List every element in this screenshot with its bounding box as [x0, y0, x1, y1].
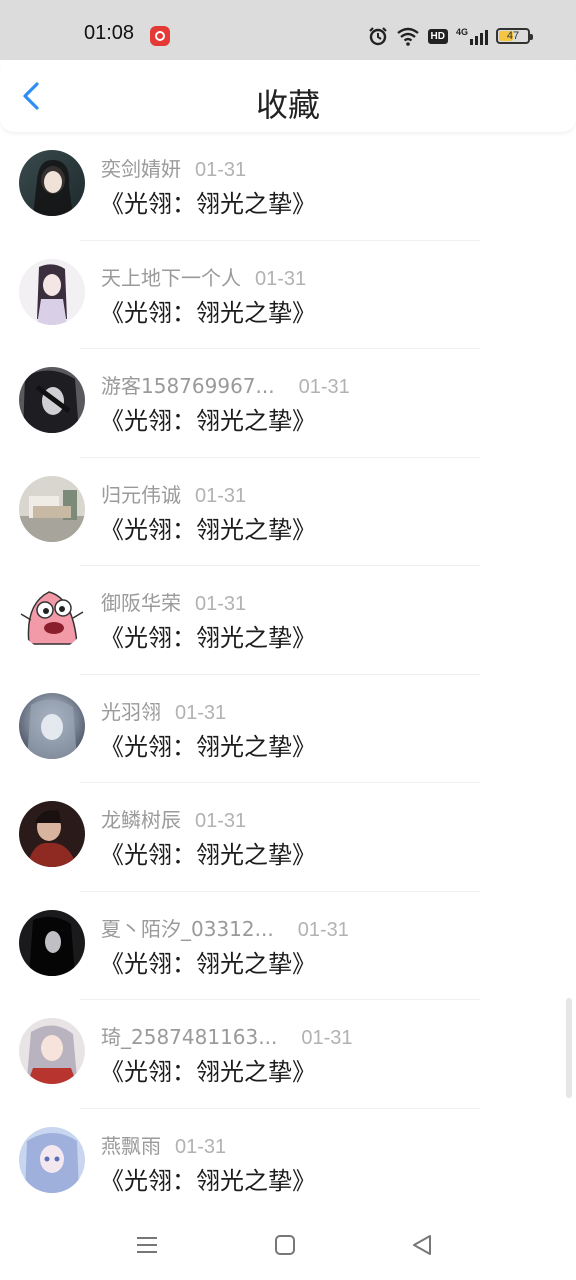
- hd-icon: HD: [427, 28, 448, 44]
- app-notification-icon: [150, 26, 170, 46]
- avatar[interactable]: [19, 475, 85, 542]
- signal-bar-3: [480, 33, 483, 45]
- list-item[interactable]: 天上地下一个人 01-31 《光翎：翎光之挚》: [0, 241, 576, 349]
- avatar[interactable]: [19, 801, 85, 867]
- network-label: 4G: [455, 27, 468, 37]
- user-name: 燕飘雨: [101, 1133, 161, 1158]
- item-title[interactable]: 《光翎：翎光之挚》: [100, 727, 316, 762]
- avatar[interactable]: [19, 692, 85, 759]
- item-title[interactable]: 《光翎：翎光之挚》: [100, 835, 316, 870]
- status-icons: HD 4G 47: [368, 24, 533, 48]
- header-bar: 收藏: [0, 60, 576, 132]
- page-title: 收藏: [255, 86, 320, 124]
- signal-bar-2: [475, 36, 478, 45]
- user-name: 琦_2587481163...: [101, 1025, 278, 1049]
- avatar[interactable]: [19, 1018, 85, 1084]
- item-meta: 光羽翎 01-31: [101, 696, 226, 725]
- item-meta: 天上地下一个人 01-31: [101, 262, 306, 291]
- item-meta: 夏丶陌汐_03312... 01-31: [101, 913, 349, 942]
- home-icon[interactable]: [270, 1230, 300, 1260]
- item-date: 01-31: [195, 593, 247, 615]
- item-date: 01-31: [195, 159, 247, 181]
- item-date: 01-31: [195, 810, 247, 832]
- list-item[interactable]: 游客158769967... 01-31 《光翎：翎光之挚》: [0, 349, 576, 458]
- item-meta: 御阪华荣 01-31: [101, 587, 246, 616]
- user-name: 天上地下一个人: [101, 265, 241, 290]
- item-title[interactable]: 《光翎：翎光之挚》: [100, 401, 316, 436]
- back-triangle-icon[interactable]: [407, 1230, 437, 1260]
- item-date: 01-31: [175, 1135, 227, 1158]
- list-item[interactable]: 夏丶陌汐_03312... 01-31 《光翎：翎光之挚》: [0, 892, 576, 1000]
- avatar[interactable]: [19, 367, 85, 433]
- avatar[interactable]: [19, 150, 85, 216]
- item-title[interactable]: 《光翎：翎光之挚》: [100, 944, 316, 979]
- 4g-signal-icon: 4G: [456, 27, 488, 45]
- item-meta: 龙鳞树辰 01-31: [101, 804, 246, 833]
- signal-bar-4: [485, 30, 488, 45]
- item-title[interactable]: 《光翎：翎光之挚》: [100, 184, 316, 219]
- item-date: 01-31: [195, 484, 247, 507]
- wifi-icon: [396, 27, 419, 46]
- list-item[interactable]: 归元伟诚 01-31 《光翎：翎光之挚》: [0, 458, 576, 566]
- item-date: 01-31: [301, 1027, 353, 1049]
- avatar[interactable]: [19, 909, 85, 976]
- system-nav-bar: [0, 1214, 576, 1280]
- user-name: 游客158769967...: [101, 374, 275, 398]
- avatar[interactable]: [19, 258, 85, 325]
- user-name: 御阪华荣: [101, 591, 181, 615]
- user-name: 光羽翎: [101, 699, 161, 724]
- status-bar: 01:08 HD 4G 47: [0, 0, 576, 60]
- user-name: 夏丶陌汐_03312...: [101, 916, 274, 941]
- item-date: 01-31: [175, 701, 227, 724]
- user-name: 龙鳞树辰: [101, 808, 181, 832]
- list-item[interactable]: 光羽翎 01-31 《光翎：翎光之挚》: [0, 675, 576, 783]
- avatar[interactable]: [19, 1126, 85, 1193]
- item-title[interactable]: 《光翎：翎光之挚》: [100, 293, 316, 328]
- item-meta: 归元伟诚 01-31: [101, 479, 246, 508]
- item-meta: 琦_2587481163... 01-31: [101, 1021, 352, 1050]
- status-time: 01:08: [84, 22, 135, 44]
- item-meta: 游客158769967... 01-31: [101, 370, 350, 399]
- item-title[interactable]: 《光翎：翎光之挚》: [100, 1161, 316, 1196]
- list-item[interactable]: 琦_2587481163... 01-31 《光翎：翎光之挚》: [0, 1000, 576, 1109]
- avatar[interactable]: [19, 584, 85, 650]
- item-title[interactable]: 《光翎：翎光之挚》: [100, 1052, 316, 1087]
- battery-level: 47: [506, 30, 520, 42]
- list-item[interactable]: 御阪华荣 01-31 《光翎：翎光之挚》: [0, 566, 576, 675]
- item-meta: 燕飘雨 01-31: [101, 1130, 226, 1159]
- item-date: 01-31: [297, 918, 349, 941]
- item-title[interactable]: 《光翎：翎光之挚》: [100, 618, 316, 653]
- item-title[interactable]: 《光翎：翎光之挚》: [100, 510, 316, 545]
- list-item[interactable]: 奕剑婧妍 01-31 《光翎：翎光之挚》: [0, 132, 576, 241]
- alarm-icon: [368, 27, 387, 46]
- list-item[interactable]: 燕飘雨 01-31 《光翎：翎光之挚》: [0, 1109, 576, 1218]
- user-name: 归元伟诚: [101, 482, 181, 507]
- list-item[interactable]: 龙鳞树辰 01-31 《光翎：翎光之挚》: [0, 783, 576, 892]
- user-name: 奕剑婧妍: [101, 157, 181, 181]
- battery-icon: 47: [496, 28, 533, 44]
- item-date: 01-31: [298, 376, 350, 398]
- scrollbar[interactable]: [566, 998, 572, 1098]
- favorites-list: 奕剑婧妍 01-31 《光翎：翎光之挚》 天上地下一个人 01-31 《光翎：翎光之…: [0, 132, 576, 1217]
- menu-icon[interactable]: [132, 1230, 162, 1260]
- item-date: 01-31: [255, 267, 307, 290]
- signal-bar-1: [470, 39, 473, 45]
- item-meta: 奕剑婧妍 01-31: [101, 153, 246, 182]
